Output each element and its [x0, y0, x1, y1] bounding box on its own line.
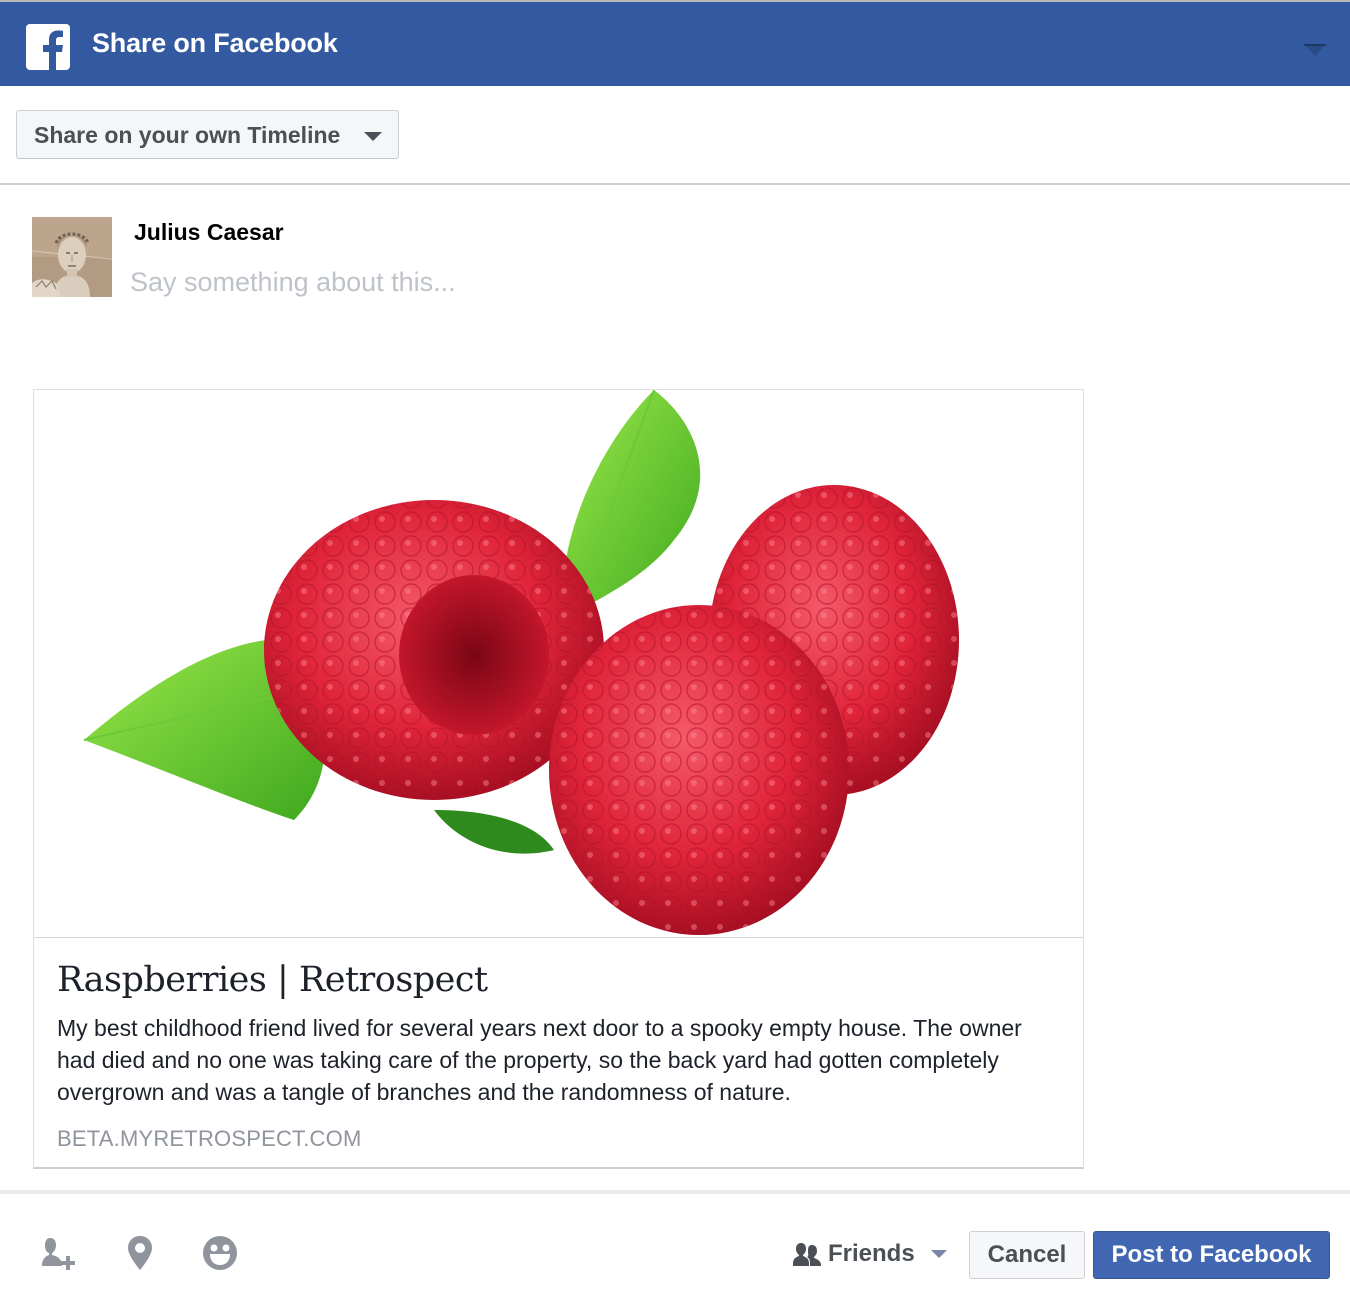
user-name: Julius Caesar	[134, 219, 284, 245]
caret-down-icon	[930, 1250, 947, 1258]
avatar	[32, 217, 112, 297]
post-to-facebook-button[interactable]: Post to Facebook	[1093, 1231, 1330, 1279]
audience-selector[interactable]: Friends	[792, 1236, 947, 1272]
caret-down-icon	[364, 132, 382, 141]
location-pin-icon[interactable]	[118, 1234, 162, 1274]
message-input[interactable]	[130, 262, 1030, 302]
facebook-logo-icon	[26, 24, 70, 70]
friends-icon	[793, 1243, 821, 1266]
link-preview-domain: BETA.MYRETROSPECT.COM	[57, 1126, 362, 1151]
dialog-title: Share on Facebook	[92, 28, 338, 58]
link-preview-title[interactable]: Raspberries | Retrospect	[57, 960, 488, 1000]
link-preview-image	[34, 390, 1083, 938]
cancel-button[interactable]: Cancel	[969, 1231, 1085, 1279]
audience-label: Friends	[828, 1240, 915, 1267]
link-preview-description: My best childhood friend lived for sever…	[57, 1015, 1022, 1105]
share-target-label: Share on your own Timeline	[34, 122, 341, 148]
dialog-header: Share on Facebook	[0, 2, 1350, 86]
link-preview-card[interactable]: Raspberries | Retrospect My best childho…	[33, 389, 1084, 1169]
chevron-down-icon[interactable]	[1304, 44, 1326, 58]
divider	[0, 183, 1350, 185]
feeling-smiley-icon[interactable]	[198, 1234, 242, 1274]
share-target-dropdown[interactable]: Share on your own Timeline	[16, 110, 399, 159]
tag-friends-icon[interactable]	[40, 1234, 84, 1274]
divider	[0, 1190, 1350, 1194]
